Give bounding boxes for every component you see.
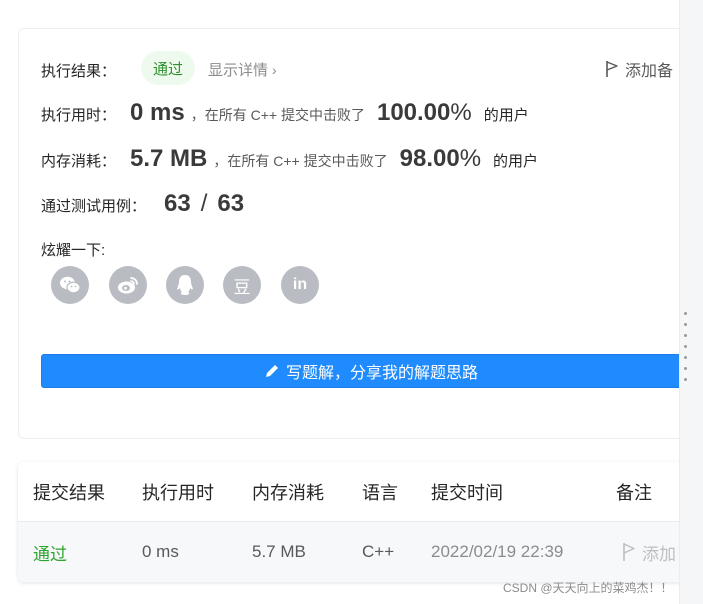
- memory-value: 5.7 MB: [130, 145, 208, 172]
- share-douban-button[interactable]: 豆: [223, 266, 261, 304]
- share-weibo-button[interactable]: [109, 266, 147, 304]
- result-row: 执行结果：: [41, 60, 116, 81]
- show-details-link[interactable]: 显示详情 ›: [208, 59, 277, 80]
- row-runtime: 0 ms: [142, 542, 179, 561]
- douban-icon: 豆: [233, 277, 251, 297]
- row-add-note-button[interactable]: 添加: [622, 522, 676, 582]
- share-wechat-button[interactable]: [51, 266, 89, 304]
- submission-table: 提交结果 执行用时 内存消耗 语言 提交时间 备注 通过 0 ms 5.7 MB…: [18, 462, 703, 582]
- runtime-value: 0 ms: [130, 99, 185, 126]
- runtime-row: 执行用时： 0 ms ，在所有 C++ 提交中击败了 100.00 % 的用户: [41, 99, 529, 127]
- flag-icon: [606, 61, 618, 77]
- runtime-tail: 的用户: [483, 107, 529, 124]
- drag-handle[interactable]: [684, 312, 687, 381]
- header-status: 提交结果: [33, 483, 105, 503]
- row-add-note-label: 添加: [642, 544, 676, 564]
- share-label: 炫耀一下:: [41, 242, 106, 259]
- add-note-button[interactable]: 添加备: [605, 57, 673, 81]
- submission-result-card: 执行结果： 通过 显示详情 › 添加备 执行用时： 0 ms ，在所有 C++ …: [18, 28, 703, 439]
- linkedin-icon: in: [292, 276, 308, 293]
- add-note-label: 添加备: [625, 63, 674, 80]
- pencil-icon: [265, 365, 278, 377]
- right-scroll-track[interactable]: [679, 0, 703, 604]
- runtime-label: 执行用时：: [41, 107, 117, 124]
- header-submit-time: 提交时间: [431, 483, 503, 503]
- table-row[interactable]: 通过 0 ms 5.7 MB C++ 2022/02/19 22:39 添加: [18, 522, 703, 582]
- qq-icon: [177, 275, 193, 295]
- show-details-label: 显示详情: [208, 62, 269, 79]
- row-language: C++: [362, 542, 395, 561]
- memory-desc: ，在所有 C++ 提交中击败了: [213, 153, 388, 169]
- tests-separator: /: [200, 190, 208, 217]
- runtime-desc: ，在所有 C++ 提交中击败了: [190, 107, 365, 123]
- share-linkedin-button[interactable]: in: [281, 266, 319, 304]
- tests-label: 通过测试用例：: [41, 198, 147, 215]
- row-memory: 5.7 MB: [252, 542, 306, 561]
- tests-row: 通过测试用例： 63 / 63: [41, 190, 244, 218]
- runtime-percent-sign: %: [450, 99, 472, 126]
- share-qq-button[interactable]: [166, 266, 204, 304]
- result-label: 执行结果：: [41, 63, 117, 80]
- header-note: 备注: [616, 483, 652, 503]
- header-memory: 内存消耗: [252, 483, 324, 503]
- memory-row: 内存消耗： 5.7 MB ，在所有 C++ 提交中击败了 98.00 % 的用户: [41, 145, 538, 173]
- row-status-link[interactable]: 通过: [33, 522, 67, 582]
- tests-passed: 63: [164, 190, 191, 217]
- tests-total: 63: [217, 190, 245, 217]
- weibo-icon: [118, 277, 138, 294]
- watermark: CSDN @天天向上的菜鸡杰！！: [503, 581, 673, 595]
- table-header: 提交结果 执行用时 内存消耗 语言 提交时间 备注: [18, 462, 703, 522]
- memory-label: 内存消耗：: [41, 153, 117, 170]
- memory-percent-sign: %: [459, 145, 482, 172]
- chevron-right-icon: ›: [272, 61, 277, 78]
- row-submit-time: 2022/02/19 22:39: [431, 542, 564, 561]
- memory-tail: 的用户: [493, 153, 539, 170]
- runtime-percent: 100.00: [376, 99, 451, 126]
- flag-icon: [623, 543, 635, 561]
- header-language: 语言: [362, 483, 398, 503]
- header-runtime: 执行用时: [142, 483, 214, 503]
- status-badge: 通过: [141, 51, 195, 85]
- write-solution-label: 写题解，分享我的解题思路: [285, 365, 478, 382]
- wechat-icon: [60, 276, 81, 294]
- write-solution-button[interactable]: 写题解，分享我的解题思路: [41, 354, 701, 388]
- memory-percent: 98.00: [399, 145, 460, 172]
